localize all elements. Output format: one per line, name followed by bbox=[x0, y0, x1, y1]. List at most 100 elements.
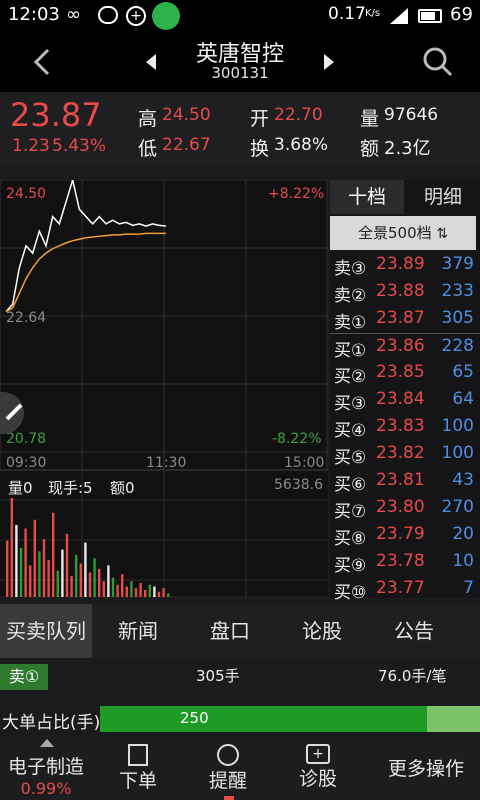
volume-bar bbox=[162, 588, 165, 597]
volume-bar bbox=[24, 528, 27, 597]
volume-bar bbox=[148, 584, 151, 597]
order-level-qty: 100 bbox=[441, 443, 474, 463]
time-end-label: 15:00 bbox=[284, 455, 325, 471]
next-stock-icon[interactable] bbox=[318, 50, 340, 74]
order-book-row: 买① 23.86 228 bbox=[330, 333, 480, 361]
order-level-label: 买① bbox=[334, 341, 367, 361]
price-change-pct: 5.43% bbox=[52, 136, 107, 156]
price-change: 1.23 bbox=[12, 136, 50, 156]
nav-diagnose[interactable]: + 诊股 bbox=[276, 738, 360, 800]
title-bar: 英唐智控 300131 bbox=[0, 32, 480, 92]
order-level-price: 23.79 bbox=[376, 524, 425, 544]
volume-value: 97646 bbox=[384, 105, 439, 125]
volume-bar bbox=[153, 586, 156, 597]
order-book-row: 买④ 23.83 100 bbox=[330, 414, 480, 441]
big-order-row: 大单占比(手) 250 bbox=[0, 704, 480, 734]
tab-news[interactable]: 新闻 bbox=[92, 604, 184, 658]
alarm-clock-icon bbox=[217, 744, 239, 766]
time-mid-label: 11:30 bbox=[146, 455, 187, 471]
tab-ten-levels[interactable]: 十档 bbox=[330, 180, 404, 214]
order-level-label: 卖② bbox=[334, 286, 367, 306]
order-level-price: 23.84 bbox=[376, 389, 425, 409]
avg-price-line bbox=[5, 232, 166, 313]
volume-bar bbox=[47, 560, 50, 597]
order-book-row: 卖③ 23.89 379 bbox=[330, 252, 480, 279]
order-level-price: 23.80 bbox=[376, 497, 425, 517]
tab-handicap[interactable]: 盘口 bbox=[184, 604, 276, 658]
tab-queue[interactable]: 买卖队列 bbox=[0, 604, 92, 658]
volume-bar bbox=[61, 549, 64, 597]
brush-icon bbox=[4, 402, 24, 422]
volume-bar bbox=[52, 512, 55, 597]
volume-bar bbox=[139, 582, 142, 597]
order-level-qty: 305 bbox=[441, 308, 474, 328]
volume-bar bbox=[144, 589, 147, 597]
nav-more[interactable]: 更多操作 bbox=[372, 738, 480, 800]
signal-icon bbox=[390, 8, 408, 24]
vol-info-amt: 额0 bbox=[110, 479, 135, 497]
order-level-price: 23.83 bbox=[376, 416, 425, 436]
document-icon bbox=[128, 744, 148, 766]
panorama-500-button[interactable]: 全景500档 ⇅ bbox=[330, 216, 476, 250]
order-level-qty: 100 bbox=[441, 416, 474, 436]
open-label: 开 bbox=[250, 108, 270, 130]
order-level-price: 23.89 bbox=[376, 254, 425, 274]
nav-order[interactable]: 下单 bbox=[96, 738, 180, 800]
big-order-bar-fill bbox=[100, 706, 427, 732]
queue-row: 卖① 305手 76.0手/笔 bbox=[0, 660, 480, 694]
battery-icon bbox=[418, 9, 442, 23]
turnover-label: 换 bbox=[250, 138, 270, 160]
high-value: 24.50 bbox=[162, 105, 211, 125]
tab-announcements[interactable]: 公告 bbox=[368, 604, 460, 658]
nav-sector[interactable]: 电子制造 0.99% bbox=[0, 738, 92, 800]
big-order-bar-track: 250 bbox=[100, 706, 480, 732]
add-circle-icon: + bbox=[126, 6, 146, 26]
intraday-chart[interactable]: 24.50 +8.22% 22.64 20.78 -8.22% 09:30 11… bbox=[0, 180, 328, 598]
tab-discussion[interactable]: 论股 bbox=[276, 604, 368, 658]
net-speed: 0.17 bbox=[328, 4, 366, 24]
alert-indicator bbox=[224, 796, 234, 800]
volume-bar bbox=[70, 575, 73, 597]
volume-bar bbox=[65, 533, 69, 597]
back-icon[interactable] bbox=[28, 44, 58, 80]
panorama-label: 全景500档 bbox=[358, 224, 432, 242]
nav-alert[interactable]: 提醒 bbox=[186, 738, 270, 800]
order-level-label: 卖① bbox=[334, 313, 367, 333]
order-level-label: 买⑤ bbox=[334, 448, 367, 468]
vol-info-now: 现手:5 bbox=[48, 479, 93, 497]
order-level-label: 买⑨ bbox=[334, 556, 367, 576]
volume-bar bbox=[102, 581, 105, 597]
order-level-price: 23.82 bbox=[376, 443, 425, 463]
bottom-nav: 电子制造 0.99% 下单 提醒 + 诊股 更多操作 bbox=[0, 738, 480, 800]
volume-bar bbox=[121, 574, 124, 597]
stock-code: 300131 bbox=[211, 64, 269, 82]
diagnose-label: 诊股 bbox=[298, 768, 337, 790]
tab-detail[interactable]: 明细 bbox=[406, 180, 480, 214]
quote-header: 23.87 1.23 5.43% 高 24.50 开 22.70 量 97646… bbox=[0, 92, 480, 166]
order-level-qty: 64 bbox=[452, 389, 474, 409]
medical-kit-icon: + bbox=[306, 744, 330, 764]
prev-stock-icon[interactable] bbox=[140, 50, 162, 74]
message-icon bbox=[98, 6, 118, 24]
volume-bar bbox=[125, 586, 128, 597]
volume-bar bbox=[29, 565, 32, 597]
volume-bar bbox=[79, 563, 82, 597]
order-level-price: 23.86 bbox=[376, 336, 425, 356]
pct-top-label: +8.22% bbox=[268, 186, 325, 202]
search-icon[interactable] bbox=[422, 46, 454, 78]
order-level-price: 23.77 bbox=[376, 578, 425, 598]
price-mid-label: 22.64 bbox=[6, 310, 47, 326]
volume-bar bbox=[33, 519, 36, 597]
order-level-qty: 379 bbox=[441, 254, 474, 274]
price-top-label: 24.50 bbox=[6, 186, 47, 202]
order-level-label: 买⑧ bbox=[334, 529, 367, 549]
volume-bar bbox=[130, 581, 133, 597]
volume-label: 量 bbox=[360, 108, 380, 130]
volume-bar bbox=[167, 593, 170, 597]
order-level-qty: 270 bbox=[441, 497, 474, 517]
alert-label: 提醒 bbox=[208, 770, 247, 792]
vol-max-label: 5638.6 bbox=[274, 477, 323, 493]
volume-bar bbox=[15, 525, 18, 597]
low-label: 低 bbox=[138, 138, 158, 160]
queue-per-order: 76.0手/笔 bbox=[378, 667, 447, 685]
